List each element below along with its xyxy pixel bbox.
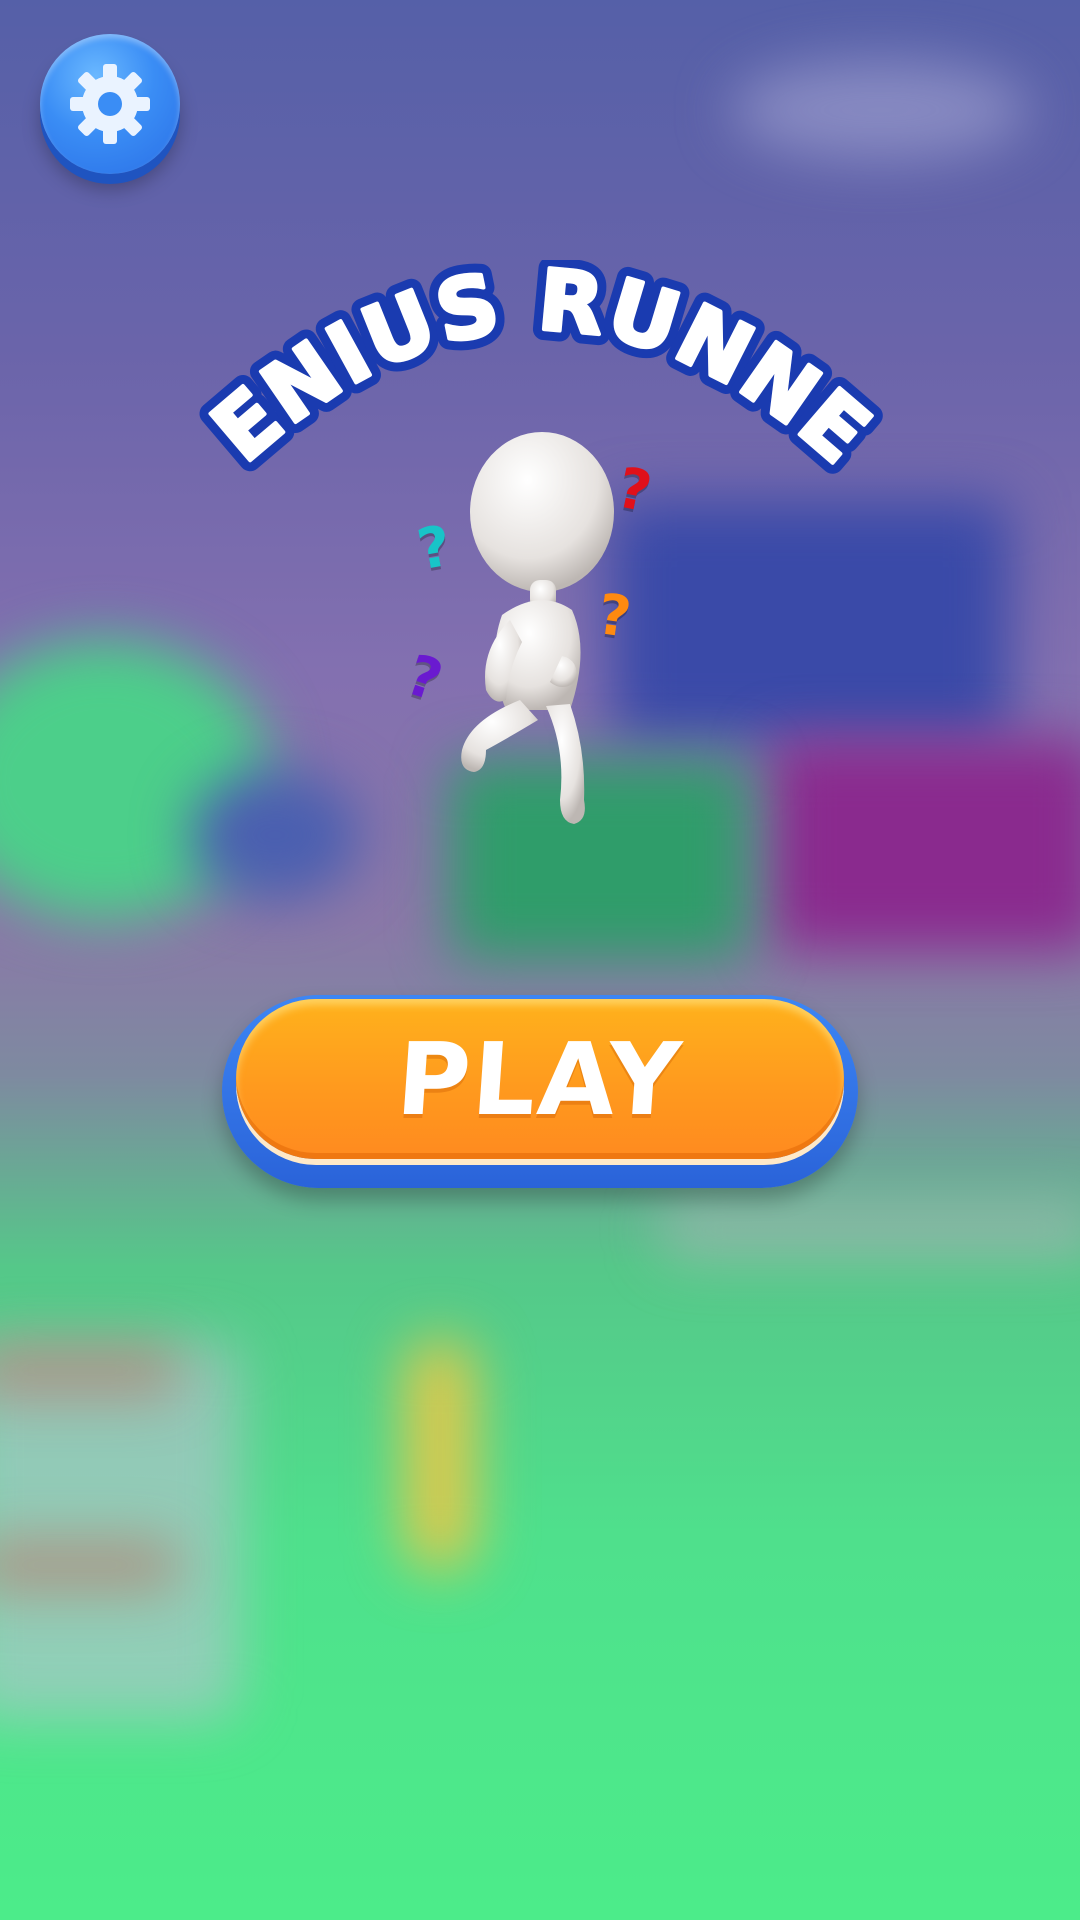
background-post [405,1340,475,1570]
background-fence [0,1340,240,1720]
background-barrier [0,1540,180,1590]
gear-icon [68,62,152,146]
background-barrier [0,1345,180,1395]
play-button-label: PLAY [393,1020,687,1138]
play-button[interactable]: PLAY [222,995,858,1188]
background-bush [190,770,360,900]
background-cloud [730,60,1030,160]
background-sign-magenta [770,740,1080,950]
play-button-face[interactable]: PLAY [236,999,844,1159]
settings-button[interactable] [40,34,180,174]
background-track [660,1200,1080,1260]
